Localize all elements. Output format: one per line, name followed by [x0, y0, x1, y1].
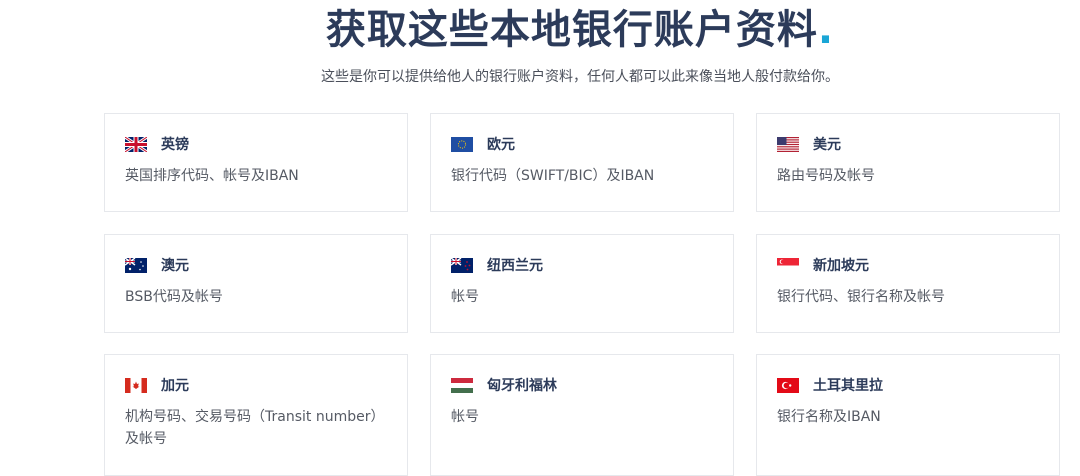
ca-flag-icon — [125, 377, 147, 393]
currency-card-cad[interactable]: 加元 机构号码、交易号码（Transit number）及帐号 — [104, 354, 408, 476]
page-subtitle: 这些是你可以提供给他人的银行账户资料，任何人都可以此来像当地人般付款给你。 — [321, 69, 839, 85]
currency-card-gbp[interactable]: 英镑 英国排序代码、帐号及IBAN — [104, 113, 408, 212]
currency-desc: 银行代码、银行名称及帐号 — [777, 289, 945, 305]
currency-desc: 银行代码（SWIFT/BIC）及IBAN — [451, 168, 655, 184]
currency-name: 土耳其里拉 — [813, 378, 883, 394]
currency-desc: 帐号 — [451, 289, 479, 305]
currency-desc: 英国排序代码、帐号及IBAN — [125, 168, 299, 184]
page-title: 获取这些本地银行账户资料. — [325, 7, 835, 53]
currency-name: 纽西兰元 — [487, 258, 543, 274]
currency-desc: 银行名称及IBAN — [777, 409, 881, 425]
hu-flag-icon — [451, 377, 473, 393]
currency-card-huf[interactable]: 匈牙利福林 帐号 — [430, 354, 734, 476]
currency-name: 加元 — [161, 378, 189, 394]
uk-flag-icon — [125, 136, 147, 152]
currency-desc: BSB代码及帐号 — [125, 289, 223, 305]
eu-flag-icon — [451, 136, 473, 152]
currency-card-sgd[interactable]: 新加坡元 银行代码、银行名称及帐号 — [756, 234, 1060, 333]
sg-flag-icon — [777, 257, 799, 273]
currency-name: 英镑 — [161, 137, 189, 153]
title-accent-dot: . — [817, 7, 835, 53]
currency-desc: 帐号 — [451, 409, 479, 425]
currency-name: 新加坡元 — [813, 258, 869, 274]
currency-card-nzd[interactable]: 纽西兰元 帐号 — [430, 234, 734, 333]
au-flag-icon — [125, 257, 147, 273]
currency-card-aud[interactable]: 澳元 BSB代码及帐号 — [104, 234, 408, 333]
currency-desc: 路由号码及帐号 — [777, 168, 875, 184]
tr-flag-icon — [777, 377, 799, 393]
currency-name: 匈牙利福林 — [487, 378, 557, 394]
currency-desc: 机构号码、交易号码（Transit number）及帐号 — [125, 409, 385, 447]
currency-card-usd[interactable]: 美元 路由号码及帐号 — [756, 113, 1060, 212]
nz-flag-icon — [451, 257, 473, 273]
currency-name: 澳元 — [161, 258, 189, 274]
us-flag-icon — [777, 136, 799, 152]
currency-name: 欧元 — [487, 137, 515, 153]
currency-name: 美元 — [813, 137, 841, 153]
currency-grid: 英镑 英国排序代码、帐号及IBAN 欧元 银行代码（SWIFT/BIC）及IBA… — [104, 113, 1061, 476]
currency-card-try[interactable]: 土耳其里拉 银行名称及IBAN — [756, 354, 1060, 476]
currency-card-eur[interactable]: 欧元 银行代码（SWIFT/BIC）及IBAN — [430, 113, 734, 212]
